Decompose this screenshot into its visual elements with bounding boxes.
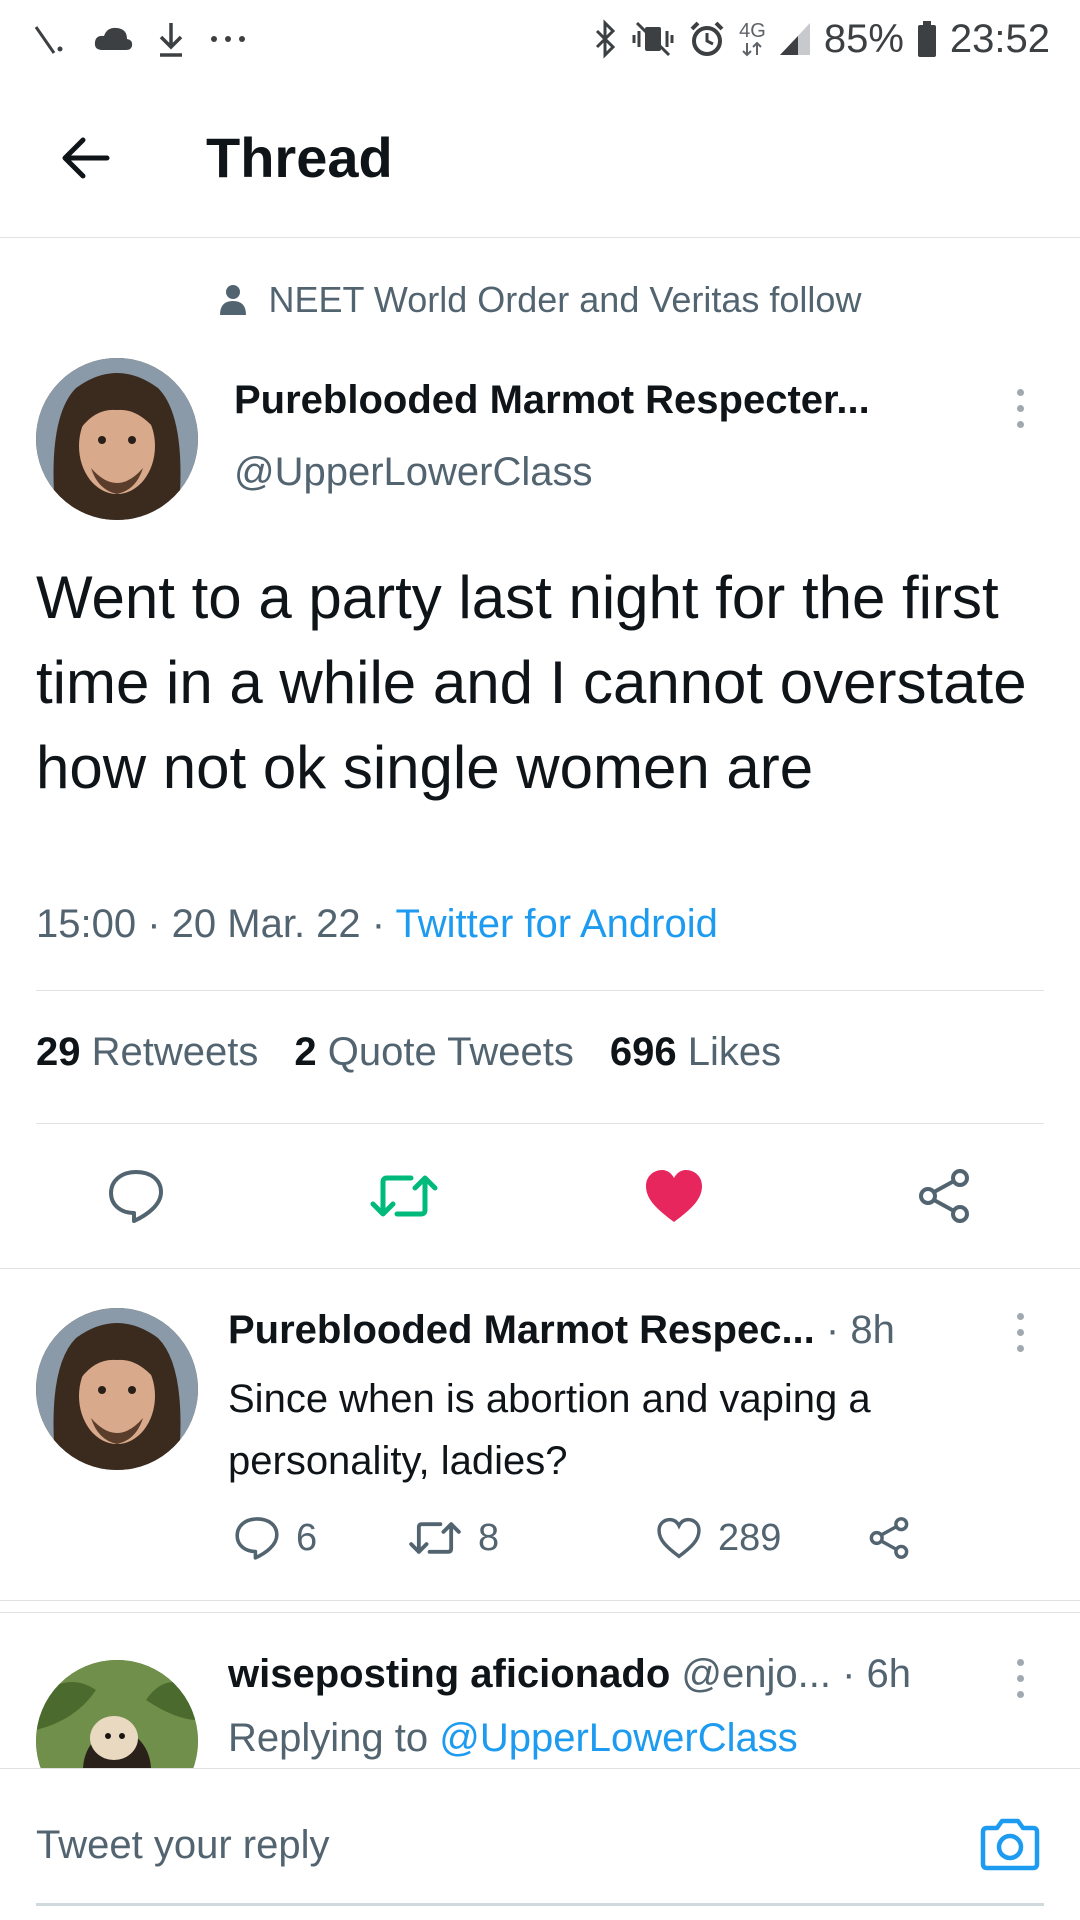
- tweet-stats: 29 Retweets 2 Quote Tweets 696 Likes: [36, 1030, 781, 1075]
- like-button[interactable]: [628, 1150, 720, 1242]
- clock: 23:52: [949, 16, 1050, 61]
- more-dot: [1016, 1328, 1024, 1336]
- divider: [0, 1612, 1080, 1613]
- reply-text: Since when is abortion and vaping a pers…: [228, 1377, 871, 1483]
- more-options-button[interactable]: [1000, 1302, 1040, 1362]
- separator: ·: [136, 902, 172, 946]
- reply-time: 8h: [850, 1308, 895, 1352]
- more-dot: [1016, 1344, 1024, 1352]
- more-dot: [1016, 404, 1024, 412]
- signal-slash-icon: [30, 19, 70, 59]
- person-icon: [219, 285, 246, 315]
- replying-to: Replying to @UpperLowerClass: [228, 1716, 798, 1760]
- author-handle[interactable]: @UpperLowerClass: [234, 450, 593, 495]
- camera-icon: [980, 1818, 1040, 1871]
- mention-link[interactable]: @UpperLowerClass: [439, 1716, 798, 1760]
- third-tweet-header: wiseposting aficionado @enjo... · 6h: [228, 1652, 911, 1697]
- arrow-left-icon: [62, 137, 110, 178]
- cell-signal-icon: [778, 21, 812, 57]
- divider: [0, 1600, 1080, 1601]
- social-context-text: NEET World Order and Veritas follow: [268, 279, 862, 320]
- more-options-button[interactable]: [1000, 378, 1040, 438]
- retweet-button[interactable]: [358, 1150, 450, 1242]
- heart-outline-icon: [657, 1517, 701, 1559]
- battery-icon: [916, 19, 938, 59]
- reply-reply-button[interactable]: 6: [234, 1506, 317, 1570]
- separator: ·: [825, 1308, 840, 1352]
- page-title: Thread: [206, 126, 393, 189]
- retweets-stat[interactable]: 29 Retweets: [36, 1030, 258, 1075]
- separator: ·: [360, 902, 396, 946]
- divider: [36, 990, 1044, 991]
- tweet-actions: [0, 1150, 1080, 1242]
- third-author-handle[interactable]: @enjo...: [681, 1652, 831, 1696]
- reply-author-name[interactable]: Pureblooded Marmot Respec...: [228, 1308, 815, 1352]
- reply-composer: Tweet your reply: [0, 1768, 1080, 1920]
- cloud-icon: [92, 24, 134, 54]
- reply-count: 6: [296, 1516, 318, 1559]
- input-underline: [36, 1903, 1044, 1906]
- reply-actions: 6 8 289: [228, 1506, 1048, 1570]
- alarm-icon: [687, 19, 727, 59]
- likes-stat[interactable]: 696 Likes: [610, 1030, 781, 1075]
- more-dot: [1016, 420, 1024, 428]
- divider: [0, 1268, 1080, 1269]
- more-dot: [1016, 1690, 1024, 1698]
- avatar[interactable]: [36, 358, 198, 520]
- divider: [36, 1123, 1044, 1124]
- reply-input[interactable]: Tweet your reply: [36, 1809, 936, 1881]
- download-icon: [156, 19, 186, 59]
- vibrate-mute-icon: [631, 19, 675, 59]
- more-dot: [1016, 1658, 1024, 1666]
- retweet-count: 8: [478, 1516, 500, 1559]
- reply-like-button[interactable]: 289: [656, 1506, 781, 1570]
- reply-header: Pureblooded Marmot Respec... · 8h: [228, 1308, 895, 1353]
- third-time: 6h: [866, 1652, 912, 1696]
- reply-icon: [235, 1517, 279, 1560]
- more-dot: [1016, 388, 1024, 396]
- tweet-metadata: 15:00 · 20 Mar. 22 · Twitter for Android: [36, 902, 718, 947]
- reply-icon: [109, 1170, 163, 1223]
- reply-retweet-button[interactable]: 8: [408, 1506, 499, 1570]
- tweet-text: Went to a party last night for the first…: [36, 564, 1027, 801]
- more-dot: [1016, 1312, 1024, 1320]
- author-display-name[interactable]: Pureblooded Marmot Respecter...: [234, 378, 870, 423]
- battery-percent: 85%: [823, 16, 904, 61]
- third-author-name[interactable]: wiseposting aficionado: [228, 1652, 670, 1696]
- share-button[interactable]: [898, 1150, 990, 1242]
- thread-header: Thread: [0, 78, 1080, 238]
- like-count: 289: [718, 1516, 782, 1559]
- share-icon: [869, 1517, 909, 1559]
- more-dot: [1016, 1674, 1024, 1682]
- bluetooth-icon: [593, 19, 619, 59]
- tweet-time: 15:00: [36, 902, 137, 946]
- more-options-button[interactable]: [1000, 1648, 1040, 1708]
- tweet-date: 20 Mar. 22: [171, 902, 361, 946]
- avatar[interactable]: [36, 1308, 198, 1470]
- status-bar: 4G 85% 23:52: [0, 0, 1080, 78]
- tweet-source-link[interactable]: Twitter for Android: [396, 902, 718, 946]
- network-4g-icon: 4G: [739, 21, 766, 57]
- quote-tweets-stat[interactable]: 2 Quote Tweets: [294, 1030, 573, 1075]
- back-button[interactable]: [30, 103, 140, 213]
- reply-button[interactable]: [90, 1150, 182, 1242]
- camera-button[interactable]: [970, 1805, 1050, 1885]
- reply-share-button[interactable]: [866, 1506, 912, 1570]
- heart-filled-icon: [646, 1170, 702, 1222]
- retweet-icon: [370, 1175, 438, 1217]
- separator: ·: [842, 1652, 856, 1696]
- social-context[interactable]: NEET World Order and Veritas follow: [0, 270, 1080, 330]
- retweet-icon: [409, 1522, 461, 1554]
- more-dots-icon: [208, 29, 248, 49]
- share-icon: [919, 1169, 969, 1223]
